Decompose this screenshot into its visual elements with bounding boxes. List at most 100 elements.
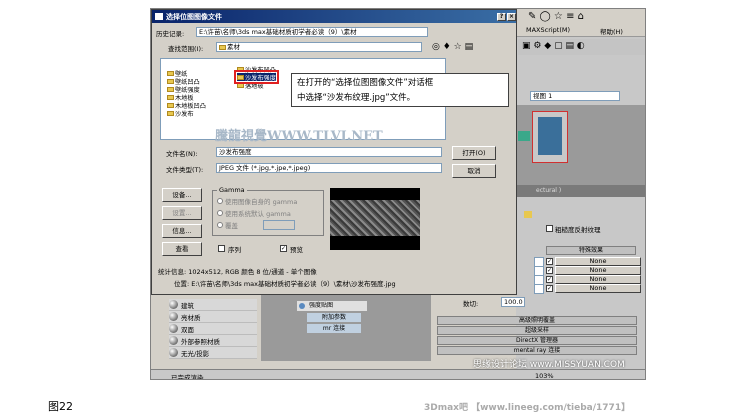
menu-help[interactable]: 帮助(H): [600, 26, 623, 36]
material-sphere-icon: [169, 300, 178, 309]
stats-text: 统计信息: 1024x512, RGB 颜色 8 位/通道 - 单个图像: [158, 268, 317, 276]
material-item[interactable]: 建筑: [169, 299, 257, 310]
material-view-area: [516, 105, 645, 197]
radio-icon: [217, 209, 223, 216]
map-slots: ✓ None ✓ None ✓ None ✓ None: [518, 256, 645, 294]
material-item[interactable]: 亮材质: [169, 311, 257, 322]
node-mr-connect[interactable]: mr 连接: [307, 324, 361, 333]
material-item[interactable]: 外部参照材质: [169, 335, 257, 346]
view-button[interactable]: 查看: [162, 242, 202, 256]
folder-column-2: 沙发布凹凸 沙发布强度 落地玻: [234, 65, 279, 90]
filetype-label: 文件类型(T):: [166, 166, 204, 174]
callout-line-2: 中选择“沙发布纹理.jpg”文件。: [297, 93, 416, 103]
folder-icon: [524, 211, 532, 218]
material-label: 双面: [181, 325, 194, 334]
sequence-label: 序列: [228, 245, 241, 254]
map-none-button[interactable]: None: [555, 275, 641, 284]
sequence-row[interactable]: 序列: [218, 244, 241, 254]
folder-icon: [237, 74, 244, 80]
lookin-dropdown[interactable]: 素材: [216, 42, 422, 52]
rough-reflect-checkbox[interactable]: [546, 225, 553, 232]
preview-row[interactable]: ✓ 预览: [280, 244, 303, 254]
file-name: 落地玻: [245, 82, 264, 90]
folder-icon: [237, 66, 244, 72]
status-text: 已完成渲染: [171, 374, 204, 380]
folder-icon: [167, 102, 174, 108]
dialog-titlebar: 选择位图图像文件 ? ×: [152, 10, 516, 23]
rough-reflect-label: 粗糙度反射纹理: [555, 225, 601, 234]
folder-column-1: 壁纸 壁纸凹凸 壁纸强度 木地板 木地板凹凸 沙发布: [167, 69, 206, 118]
gamma-title: Gamma: [217, 186, 247, 194]
help-button[interactable]: ?: [497, 12, 506, 21]
gamma-option-label: 覆盖: [225, 221, 238, 230]
lookin-value: 素材: [227, 43, 240, 51]
sequence-checkbox[interactable]: [218, 245, 225, 252]
filetype-dropdown[interactable]: JPEG 文件 (*.jpg,*.jpe,*.jpeg): [216, 163, 442, 173]
gamma-option-1[interactable]: 使用图像自身的 gamma: [217, 196, 298, 206]
tool-icons[interactable]: ▣ ⚙ ◆ ▢ ▤ ◐: [522, 41, 585, 51]
view-dropdown[interactable]: 视图 1: [530, 91, 620, 101]
rollout-mental-ray[interactable]: mental ray 连接: [437, 346, 637, 355]
nav-icons[interactable]: ◎ ♦ ☆ ▤: [432, 42, 473, 52]
folder-icon: [167, 78, 174, 84]
open-button[interactable]: 打开(O): [452, 146, 496, 160]
menu-maxscript[interactable]: MAXScript(M): [526, 26, 570, 34]
material-sphere-icon: [169, 336, 178, 345]
map-slot: ✓ None: [518, 283, 645, 294]
gamma-group: Gamma 使用图像自身的 gamma 使用系统默认 gamma 覆盖: [212, 186, 324, 236]
gamma-override-input[interactable]: [263, 220, 295, 230]
node-intensity[interactable]: 强度贴图: [297, 301, 367, 311]
material-label: 建筑: [181, 301, 194, 310]
screenshot: ✎ ◯ ☆ ≡ ⌂ MAXScript(M) 帮助(H) ▣ ⚙ ◆ ▢ ▤ ◐…: [150, 8, 646, 380]
setup-button[interactable]: 设备...: [162, 188, 202, 202]
filename-input[interactable]: 沙发布强度: [216, 147, 442, 157]
node-intensity-label: 强度贴图: [309, 302, 334, 309]
node-extra-params[interactable]: 附加参数: [307, 313, 361, 322]
fabric-texture: [330, 200, 420, 236]
rollout-supersampling[interactable]: 超级采样: [437, 326, 637, 335]
max-toolbar: ✎ ◯ ☆ ≡ ⌂ MAXScript(M) 帮助(H): [516, 9, 645, 37]
image-preview: [330, 188, 420, 250]
map-none-button[interactable]: None: [555, 284, 641, 293]
radio-icon: [217, 221, 223, 228]
amount-input[interactable]: 100.0: [501, 297, 525, 307]
close-button[interactable]: ×: [507, 12, 516, 21]
material-label: 无光/投影: [181, 349, 210, 358]
preview-label: 预览: [290, 245, 303, 254]
callout-line-1: 在打开的“选择位图图像文件”对话框: [297, 78, 434, 88]
file-item[interactable]: 沙发布: [167, 109, 206, 118]
gamma-option-label: 使用系统默认 gamma: [225, 209, 291, 218]
settings-button[interactable]: 设置...: [162, 206, 202, 220]
zoom-text: 103%: [535, 372, 554, 380]
map-none-button[interactable]: None: [555, 257, 641, 266]
location-text: 位置: E:\许苗\名师\3ds max基础材质初学者必读（9）\素材\沙发布强…: [174, 280, 396, 288]
gamma-option-label: 使用图像自身的 gamma: [225, 197, 298, 206]
map-none-button[interactable]: None: [555, 266, 641, 275]
gamma-option-3[interactable]: 覆盖: [217, 220, 238, 230]
site-watermark: 思缘设计论坛 www.MISSYUAN.COM: [473, 360, 625, 370]
rollout-directx[interactable]: DirectX 管理器: [437, 336, 637, 345]
gamma-option-2[interactable]: 使用系统默认 gamma: [217, 208, 291, 218]
rollout-title: ectural ): [516, 185, 645, 197]
folder-icon: [167, 94, 174, 100]
special-effects-rollout[interactable]: 特殊效果: [546, 246, 636, 255]
material-item[interactable]: 双面: [169, 323, 257, 334]
connector-icon: [518, 131, 530, 141]
tool-icons-row: ▣ ⚙ ◆ ▢ ▤ ◐: [518, 39, 645, 55]
material-label: 外部参照材质: [181, 337, 220, 346]
rollout-advanced-lighting[interactable]: 高级照明覆盖: [437, 316, 637, 325]
folder-icon: [167, 70, 174, 76]
preview-checkbox[interactable]: ✓: [280, 245, 287, 252]
radio-icon: [217, 197, 223, 204]
cancel-button[interactable]: 取消: [452, 164, 496, 178]
file-item[interactable]: 落地玻: [237, 81, 276, 90]
selected-node[interactable]: [532, 111, 568, 163]
info-button[interactable]: 信息...: [162, 224, 202, 238]
file-list: 壁纸 壁纸凹凸 壁纸强度 木地板 木地板凹凸 沙发布 沙发布凹凸 沙发布强度 落…: [160, 58, 509, 144]
figure-caption: 图22: [48, 400, 73, 413]
bottom-rollouts: 高级照明覆盖 超级采样 DirectX 管理器 mental ray 连接: [437, 315, 637, 356]
material-item[interactable]: 无光/投影: [169, 347, 257, 358]
status-bar: 已完成渲染 103%: [151, 369, 645, 380]
toolbar-icons[interactable]: ✎ ◯ ☆ ≡ ⌂: [528, 11, 584, 22]
history-field[interactable]: E:\许苗\名师\3ds max基础材质初学者必读（9）\素材: [196, 27, 428, 37]
